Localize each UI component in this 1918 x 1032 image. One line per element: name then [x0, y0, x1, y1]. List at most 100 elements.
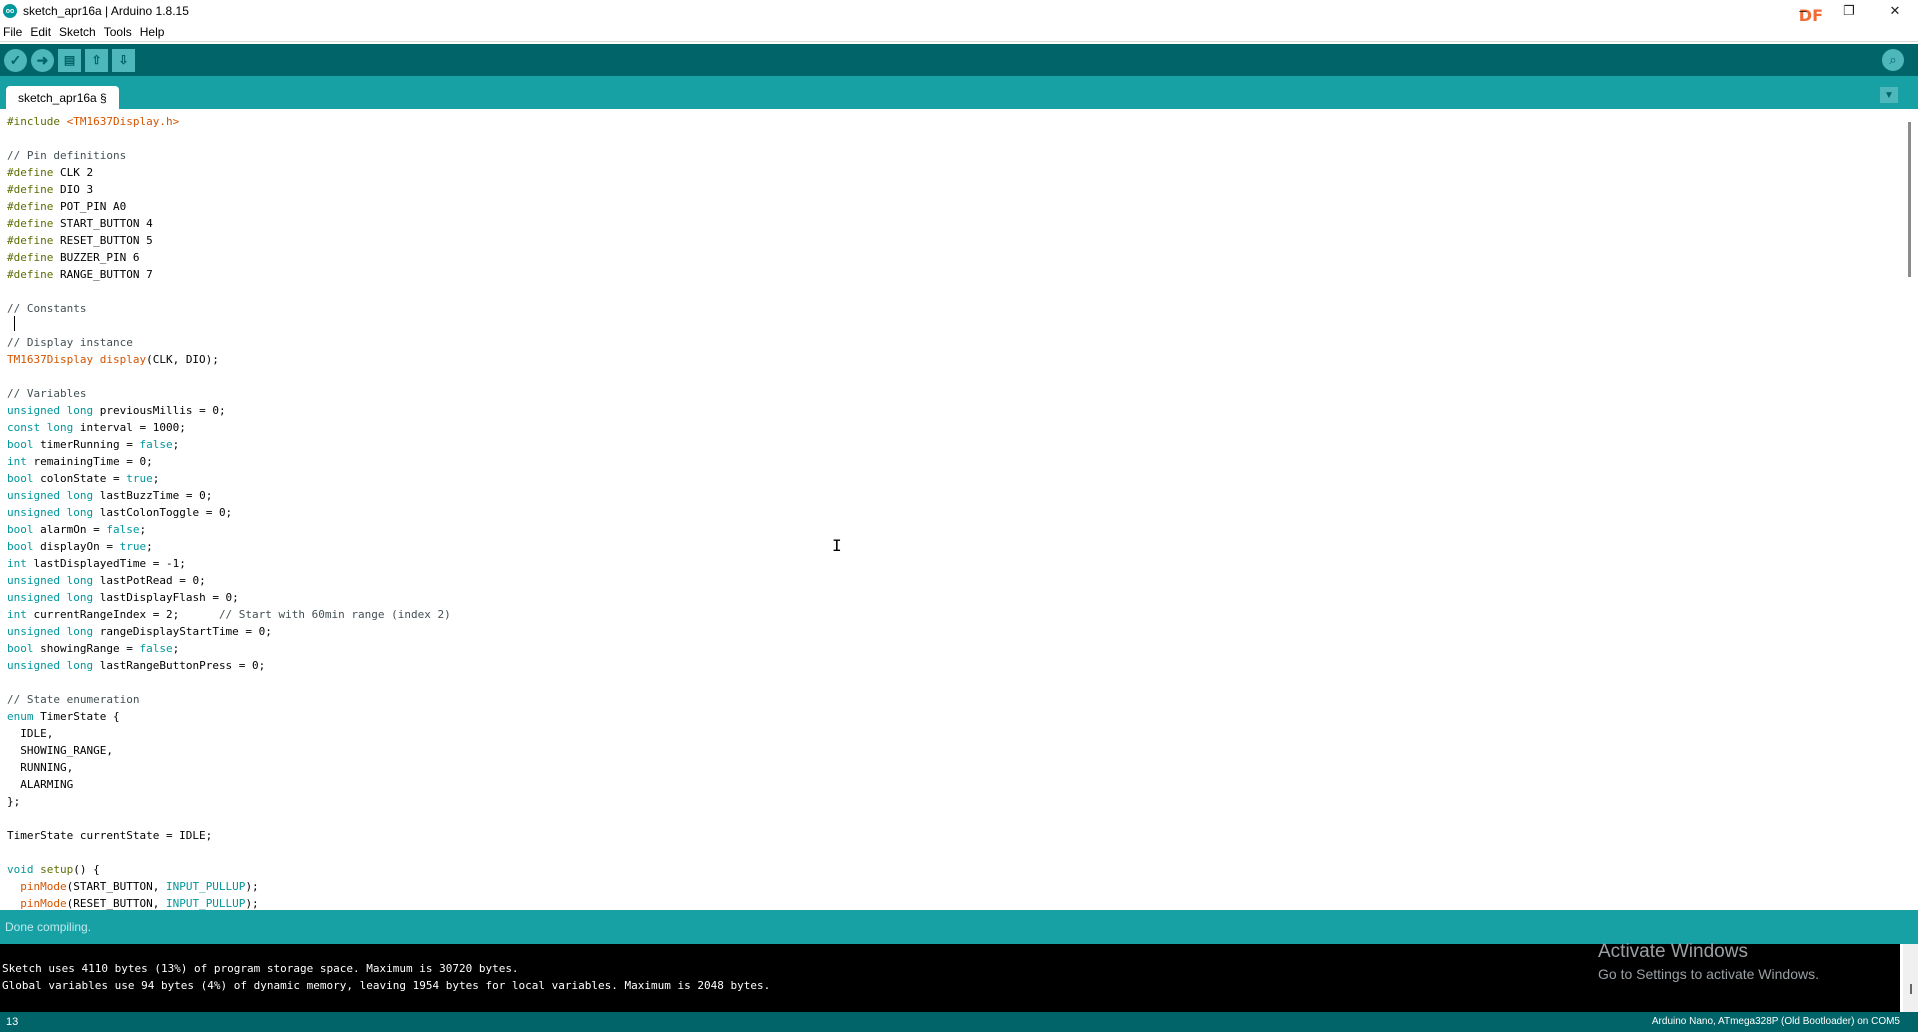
code-token: lastRangeButtonPress = 0;: [93, 659, 266, 672]
code-token: unsigned: [7, 591, 60, 604]
code-line[interactable]: TM1637Display display(CLK, DIO);: [7, 351, 451, 368]
code-line[interactable]: // Variables: [7, 385, 451, 402]
triangle-down-icon: ▼: [1884, 89, 1894, 101]
code-line[interactable]: unsigned long lastRangeButtonPress = 0;: [7, 657, 451, 674]
code-line[interactable]: [7, 674, 451, 691]
code-line[interactable]: bool alarmOn = false;: [7, 521, 451, 538]
upload-button[interactable]: ➜: [31, 48, 54, 72]
minimize-button[interactable]: –: [1780, 0, 1826, 22]
code-content[interactable]: #include <TM1637Display.h> // Pin definit…: [7, 113, 451, 910]
console-scroll-thumb[interactable]: [1910, 984, 1912, 994]
code-line[interactable]: enum TimerState {: [7, 708, 451, 725]
editor-scrollbar[interactable]: [1908, 122, 1911, 277]
code-token: ALARMING: [7, 778, 74, 791]
tab-sketch-apr16a[interactable]: sketch_apr16a §: [6, 86, 119, 109]
code-line[interactable]: // State enumeration: [7, 691, 451, 708]
code-line[interactable]: [7, 844, 451, 861]
code-token: ;: [139, 523, 147, 536]
code-line[interactable]: unsigned long lastDisplayFlash = 0;: [7, 589, 451, 606]
code-line[interactable]: bool showingRange = false;: [7, 640, 451, 657]
code-line[interactable]: unsigned long lastPotRead = 0;: [7, 572, 451, 589]
close-button[interactable]: ✕: [1872, 0, 1918, 22]
new-sketch-button[interactable]: ▤: [58, 48, 81, 72]
code-token: TimerState currentState = IDLE;: [7, 829, 213, 842]
code-line[interactable]: int remainingTime = 0;: [7, 453, 451, 470]
menu-tools[interactable]: Tools: [100, 25, 136, 39]
code-token: RESET_BUTTON 5: [53, 234, 153, 247]
status-message: Done compiling.: [5, 920, 92, 934]
code-token: long: [66, 404, 94, 417]
serial-monitor-button[interactable]: ⌕: [1882, 49, 1904, 71]
code-token: (RESET_BUTTON,: [66, 897, 166, 910]
code-token: enum: [7, 710, 34, 723]
code-line[interactable]: // Display instance: [7, 334, 451, 351]
code-line[interactable]: const long interval = 1000;: [7, 419, 451, 436]
code-line[interactable]: #define POT_PIN A0: [7, 198, 451, 215]
code-line[interactable]: };: [7, 793, 451, 810]
code-line[interactable]: unsigned long lastBuzzTime = 0;: [7, 487, 451, 504]
code-line[interactable]: IDLE,: [7, 725, 451, 742]
code-line[interactable]: #define START_BUTTON 4: [7, 215, 451, 232]
code-line[interactable]: ALARMING: [7, 776, 451, 793]
code-editor[interactable]: #include <TM1637Display.h> // Pin definit…: [0, 109, 1905, 910]
menu-bar: File Edit Sketch Tools Help: [0, 22, 1918, 42]
menu-file[interactable]: File: [0, 25, 26, 39]
code-line[interactable]: unsigned long previousMillis = 0;: [7, 402, 451, 419]
code-line[interactable]: pinMode(RESET_BUTTON, INPUT_PULLUP);: [7, 895, 451, 910]
line-number: 13: [6, 1016, 19, 1028]
code-line[interactable]: bool colonState = true;: [7, 470, 451, 487]
code-token: };: [7, 795, 21, 808]
code-line[interactable]: [7, 283, 451, 300]
code-line[interactable]: unsigned long rangeDisplayStartTime = 0;: [7, 623, 451, 640]
code-line[interactable]: void setup() {: [7, 861, 451, 878]
code-token: // Start with 60min range (index 2): [218, 608, 451, 621]
code-line[interactable]: bool displayOn = true;: [7, 538, 451, 555]
console-line: Sketch uses 4110 bytes (13%) of program …: [2, 962, 519, 975]
code-token: long: [66, 506, 94, 519]
code-line[interactable]: #define RESET_BUTTON 5: [7, 232, 451, 249]
code-line[interactable]: int lastDisplayedTime = -1;: [7, 555, 451, 572]
code-line[interactable]: #define RANGE_BUTTON 7: [7, 266, 451, 283]
open-sketch-button[interactable]: ⇧: [85, 48, 108, 72]
code-line[interactable]: // Pin definitions: [7, 147, 451, 164]
code-line[interactable]: #define DIO 3: [7, 181, 451, 198]
code-line[interactable]: unsigned long lastColonToggle = 0;: [7, 504, 451, 521]
code-line[interactable]: TimerState currentState = IDLE;: [7, 827, 451, 844]
maximize-button[interactable]: ❐: [1826, 0, 1872, 22]
code-token: );: [245, 897, 259, 910]
activation-title: Activate Windows: [1598, 941, 1748, 962]
save-sketch-button[interactable]: ⇩: [112, 48, 135, 72]
code-token: long: [66, 591, 94, 604]
code-line[interactable]: // Constants: [7, 300, 451, 317]
code-line[interactable]: RUNNING,: [7, 759, 451, 776]
menu-help[interactable]: Help: [136, 25, 169, 39]
code-token: () {: [73, 863, 100, 876]
code-line[interactable]: int currentRangeIndex = 2; // Start with…: [7, 606, 451, 623]
menu-sketch[interactable]: Sketch: [55, 25, 100, 39]
code-line[interactable]: pinMode(START_BUTTON, INPUT_PULLUP);: [7, 878, 451, 895]
code-line[interactable]: #include <TM1637Display.h>: [7, 113, 451, 130]
code-token: int: [7, 557, 27, 570]
code-token: TimerState {: [33, 710, 120, 723]
new-file-icon: ▤: [63, 53, 76, 67]
code-token: long: [46, 421, 74, 434]
code-token: false: [139, 438, 173, 451]
code-token: unsigned: [7, 506, 60, 519]
code-line[interactable]: bool timerRunning = false;: [7, 436, 451, 453]
code-line[interactable]: #define BUZZER_PIN 6: [7, 249, 451, 266]
code-line[interactable]: #define CLK 2: [7, 164, 451, 181]
tab-menu-button[interactable]: ▼: [1880, 87, 1898, 103]
menu-edit[interactable]: Edit: [26, 25, 55, 39]
code-token: lastDisplayFlash = 0;: [93, 591, 239, 604]
code-line[interactable]: SHOWING_RANGE,: [7, 742, 451, 759]
verify-button[interactable]: ✓: [4, 48, 27, 72]
code-line[interactable]: [7, 130, 451, 147]
code-line[interactable]: [7, 317, 451, 334]
code-line[interactable]: [7, 810, 451, 827]
code-token: // State enumeration: [7, 693, 140, 706]
code-line[interactable]: [7, 368, 451, 385]
console-scrollbar[interactable]: [1903, 944, 1918, 1012]
